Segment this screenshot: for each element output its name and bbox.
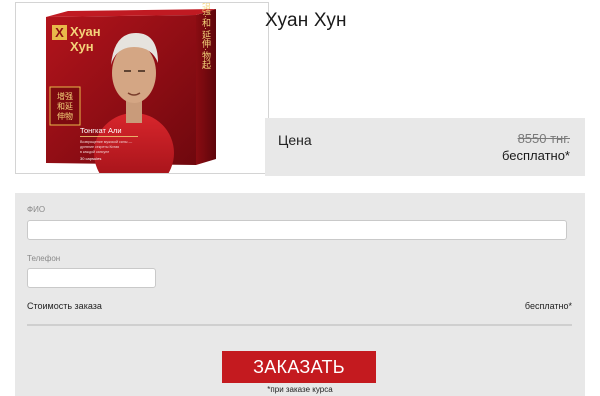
box-capsules: 30 capsules	[80, 156, 101, 161]
box-brand-line2: Хун	[70, 39, 94, 54]
current-price: бесплатно*	[501, 148, 570, 163]
product-box-image: X Хуан Хун 增强 和延 伸物 Тонгкат Али Возвраще…	[46, 3, 216, 173]
box-product-name: Тонгкат Али	[80, 126, 122, 135]
order-cost-value: бесплатно*	[524, 301, 572, 311]
product-title: Хуан Хун	[265, 10, 347, 31]
phone-field-label: Телефон	[27, 254, 61, 263]
form-divider	[27, 324, 572, 326]
old-price: 8550 тнг.	[517, 131, 570, 146]
footnote: *при заказе курса	[267, 385, 333, 394]
svg-text:和延: 和延	[57, 101, 73, 111]
svg-text:Возвращение мужской силы —: Возвращение мужской силы —	[80, 140, 132, 144]
name-input[interactable]	[27, 220, 567, 240]
svg-text:X: X	[55, 25, 64, 40]
order-button[interactable]: ЗАКАЗАТЬ	[222, 351, 376, 383]
order-form: ФИО Телефон Стоимость заказа бесплатно* …	[15, 193, 585, 396]
price-label: Цена	[278, 132, 312, 148]
phone-input[interactable]	[27, 268, 156, 288]
svg-text:伸物: 伸物	[57, 111, 73, 121]
price-box: Цена 8550 тнг. бесплатно*	[265, 118, 585, 176]
svg-text:в каждой капсуле: в каждой капсуле	[80, 150, 109, 154]
box-side-text: 增强·和·延伸·物起	[201, 3, 211, 70]
product-photo: X Хуан Хун 增强 和延 伸物 Тонгкат Али Возвраще…	[15, 2, 269, 174]
order-cost-label: Стоимость заказа	[27, 301, 102, 311]
box-brand-line1: Хуан	[70, 24, 101, 39]
svg-text:增强: 增强	[57, 91, 73, 101]
svg-text:древние секреты Китая: древние секреты Китая	[80, 145, 119, 149]
name-field-label: ФИО	[27, 205, 46, 214]
